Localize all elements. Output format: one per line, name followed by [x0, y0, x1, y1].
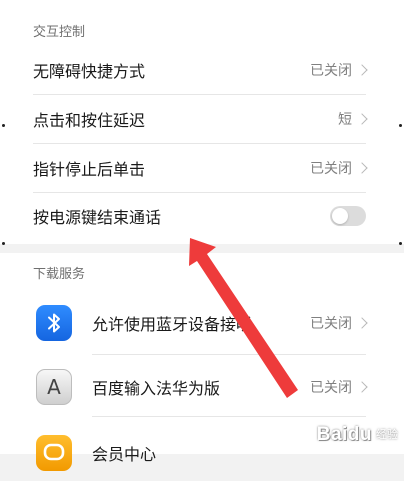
watermark-text: Baidu [316, 424, 372, 445]
row-value: 已关闭 [310, 161, 352, 177]
row-label: 指针停止后单击 [33, 160, 146, 179]
chevron-right-icon [356, 113, 368, 125]
edge-marker [399, 242, 402, 245]
divider [92, 416, 366, 417]
edge-marker [2, 124, 5, 127]
baidu-input-row[interactable]: A 百度输入法华为版 已关闭 [0, 359, 404, 415]
baidu-input-icon: A [36, 369, 72, 405]
chevron-right-icon [356, 162, 368, 174]
member-center-icon [36, 435, 72, 471]
row-label: 点击和按住延迟 [33, 111, 146, 130]
row-label: 按电源键结束通话 [33, 208, 162, 227]
edge-marker [2, 242, 5, 245]
chevron-right-icon [356, 381, 368, 393]
divider [92, 354, 366, 355]
power-key-end-call-row: 按电源键结束通话 [0, 192, 404, 240]
row-label: 无障碍快捷方式 [33, 62, 146, 81]
bluetooth-answer-row[interactable]: 允许使用蓝牙设备接听 已关闭 [0, 295, 404, 351]
row-label: 百度输入法华为版 [92, 379, 221, 398]
dwell-click-row[interactable]: 指针停止后单击 已关闭 [0, 144, 404, 192]
bluetooth-icon [36, 305, 72, 341]
row-label: 会员中心 [92, 445, 157, 464]
section-title-downloads: 下载服务 [33, 267, 86, 282]
touch-hold-delay-row[interactable]: 点击和按住延迟 短 [0, 95, 404, 143]
row-label: 允许使用蓝牙设备接听 [92, 315, 253, 334]
icon-letter: A [47, 375, 61, 399]
chevron-right-icon [356, 317, 368, 329]
row-value: 短 [338, 112, 352, 128]
chevron-right-icon [356, 64, 368, 76]
row-value: 已关闭 [310, 380, 352, 396]
edge-marker [399, 124, 402, 127]
power-key-end-call-toggle[interactable] [330, 206, 366, 226]
watermark-sub: 经验 [376, 428, 398, 441]
row-value: 已关闭 [310, 63, 352, 79]
section-title-interaction: 交互控制 [33, 25, 86, 40]
interaction-control-card: 交互控制 无障碍快捷方式 已关闭 点击和按住延迟 短 指针停止后单击 已关闭 按… [0, 0, 404, 244]
toggle-knob [332, 208, 348, 224]
settings-page: 交互控制 无障碍快捷方式 已关闭 点击和按住延迟 短 指针停止后单击 已关闭 按… [0, 0, 404, 471]
baidu-watermark: Baidu 经验 [317, 420, 398, 450]
accessibility-shortcut-row[interactable]: 无障碍快捷方式 已关闭 [0, 46, 404, 94]
row-value: 已关闭 [310, 316, 352, 332]
